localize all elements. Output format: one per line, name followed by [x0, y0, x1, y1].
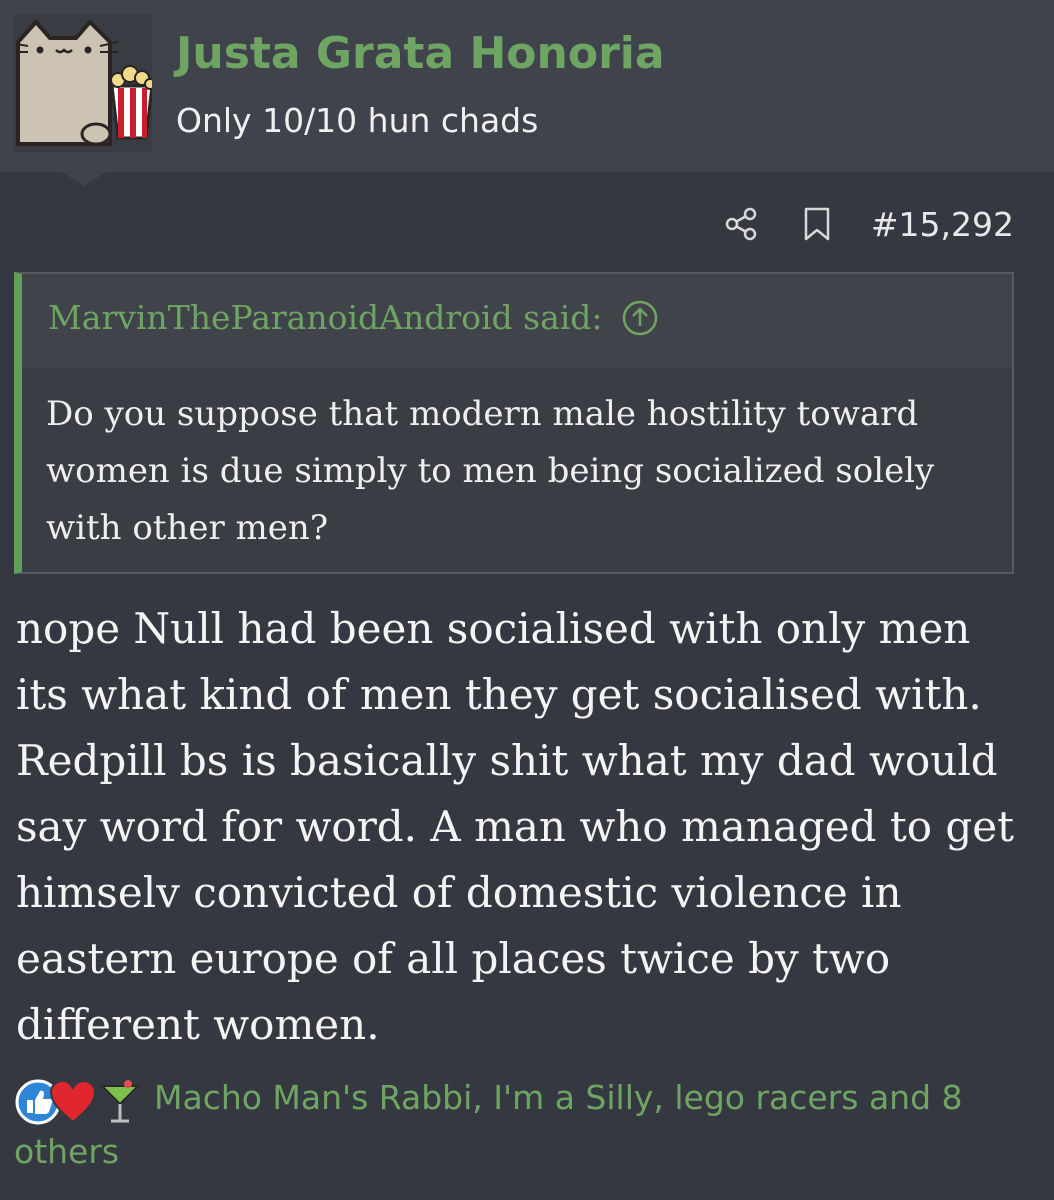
share-icon[interactable]: [721, 204, 761, 244]
heart-icon: [49, 1079, 97, 1123]
reactions-bar[interactable]: Macho Man's Rabbi, I'm a Silly, lego rac…: [14, 1072, 1014, 1178]
quote-header: MarvinTheParanoidAndroid said:: [22, 274, 1012, 368]
user-header: Justa Grata Honoria Only 10/10 hun chads: [0, 0, 1054, 172]
quote-author-link[interactable]: MarvinTheParanoidAndroid said:: [48, 298, 659, 337]
quote-text: Do you suppose that modern male hostilit…: [46, 394, 935, 548]
arrow-up-circle-icon[interactable]: [621, 299, 659, 337]
reactions-text[interactable]: Macho Man's Rabbi, I'm a Silly, lego rac…: [14, 1078, 963, 1171]
quote-block: MarvinTheParanoidAndroid said: Do you su…: [14, 272, 1014, 574]
header-notch: [62, 172, 106, 186]
bookmark-icon[interactable]: [797, 204, 837, 244]
post-message: nope Null had been socialised with only …: [16, 604, 1015, 1049]
cocktail-icon: [99, 1079, 141, 1122]
cat-with-popcorn-icon[interactable]: [14, 14, 152, 152]
quote-author-name: MarvinTheParanoidAndroid said:: [48, 298, 603, 337]
post-number-link[interactable]: #15,292: [871, 205, 1014, 244]
user-title: Only 10/10 hun chads: [176, 101, 539, 140]
reaction-icons[interactable]: [14, 1074, 144, 1126]
post-actions: #15,292: [721, 200, 1014, 248]
username-link[interactable]: Justa Grata Honoria: [176, 26, 665, 82]
